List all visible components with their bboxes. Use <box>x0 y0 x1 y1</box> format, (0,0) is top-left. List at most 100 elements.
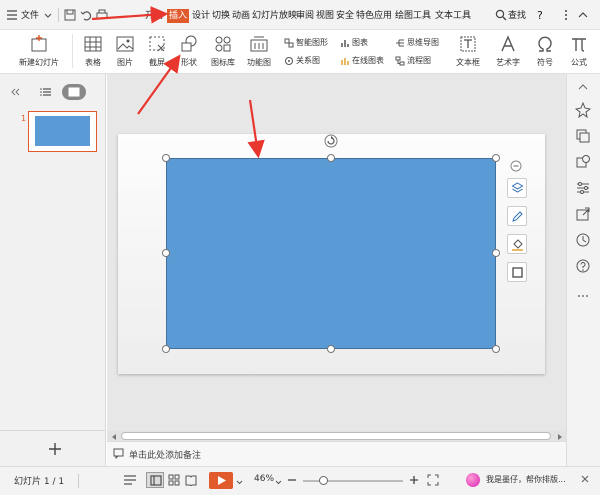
search-button[interactable]: 查找 <box>508 9 526 23</box>
tab-insert[interactable]: 插入 <box>167 9 190 23</box>
rectangle-shape[interactable] <box>166 158 496 349</box>
relation-chart-icon <box>285 56 293 65</box>
shapes-label: 形状 <box>181 58 197 67</box>
tab-special[interactable]: 特色应用 <box>356 9 392 23</box>
tab-review[interactable]: 审阅 <box>296 9 314 23</box>
layers-button[interactable] <box>507 178 527 198</box>
zoom-slider[interactable] <box>303 476 403 485</box>
resize-handle-top[interactable] <box>327 154 335 162</box>
resize-handle-bottom[interactable] <box>327 345 335 353</box>
image-button[interactable]: 图片 <box>112 34 138 68</box>
resize-handle-top-right[interactable] <box>492 154 500 162</box>
undo-icon[interactable] <box>80 9 92 24</box>
new-slide-button[interactable]: 新建幻灯片 <box>14 34 64 68</box>
relation-chart-button[interactable]: 关系图 <box>284 54 320 68</box>
screenshot-button[interactable]: 截屏 <box>144 34 170 68</box>
chart-button[interactable]: 图表 <box>340 36 368 50</box>
slide-thumbnail-panel: 1 <box>0 74 106 466</box>
add-slide-icon[interactable] <box>48 442 62 459</box>
slideshow-options-icon[interactable] <box>236 478 243 488</box>
assistant-avatar[interactable] <box>466 473 480 487</box>
zoom-options-icon[interactable] <box>275 478 282 488</box>
tab-design[interactable]: 设计 <box>192 9 210 23</box>
textbox-button[interactable]: 文本框 <box>452 34 484 68</box>
collapse-panel-icon[interactable] <box>10 88 20 99</box>
reading-view-icon[interactable] <box>185 474 197 489</box>
resize-handle-right[interactable] <box>492 249 500 257</box>
zoom-in-icon[interactable] <box>409 475 419 488</box>
tab-view[interactable]: 视图 <box>316 9 334 23</box>
file-menu[interactable]: 文件 <box>21 9 39 23</box>
wordart-icon <box>501 35 515 52</box>
save-icon[interactable] <box>64 9 76 24</box>
notes-pane[interactable]: 单击此处添加备注 <box>107 441 566 466</box>
resize-handle-bottom-left[interactable] <box>162 345 170 353</box>
smart-art-button[interactable]: 智能图形 <box>284 36 328 50</box>
formula-label: 公式 <box>571 58 587 67</box>
mind-map-button[interactable]: 思维导图 <box>395 36 439 50</box>
zoom-out-icon[interactable] <box>287 475 297 488</box>
formula-button[interactable]: 公式 <box>566 34 592 68</box>
slide-thumbnail[interactable] <box>28 111 97 152</box>
border-button[interactable] <box>507 262 527 282</box>
more-icon[interactable] <box>560 9 572 24</box>
resize-handle-top-left[interactable] <box>162 154 170 162</box>
tab-security[interactable]: 安全 <box>336 9 354 23</box>
help-button[interactable]: ? <box>537 9 543 23</box>
new-slide-label: 新建幻灯片 <box>19 58 59 67</box>
search-icon[interactable] <box>495 9 507 24</box>
help-circle-icon[interactable] <box>575 258 591 277</box>
hamburger-icon[interactable] <box>6 9 18 24</box>
close-assistant-icon[interactable] <box>580 474 590 487</box>
share-icon[interactable] <box>575 206 591 225</box>
tab-slideshow[interactable]: 幻灯片放映 <box>252 9 297 23</box>
collapse-float-bar-icon[interactable] <box>510 160 522 175</box>
online-chart-button[interactable]: 在线图表 <box>340 54 384 68</box>
more-options-icon[interactable] <box>575 292 591 302</box>
print-icon[interactable] <box>96 9 108 24</box>
flowchart-button[interactable]: 流程图 <box>395 54 431 68</box>
rotate-handle-icon[interactable] <box>324 134 338 151</box>
table-button[interactable]: 表格 <box>80 34 106 68</box>
history-icon[interactable] <box>575 232 591 251</box>
tab-drawing-tools[interactable]: 绘图工具 <box>395 9 431 23</box>
shapes-icon <box>181 35 197 52</box>
magic-wand-icon[interactable] <box>574 101 592 121</box>
resize-handle-bottom-right[interactable] <box>492 345 500 353</box>
tab-home[interactable]: 开始 <box>145 9 163 23</box>
normal-view-button[interactable] <box>146 472 164 488</box>
scroll-up-icon[interactable] <box>575 82 591 95</box>
copy-icon[interactable] <box>575 128 591 147</box>
tab-transition[interactable]: 切换 <box>212 9 230 23</box>
zoom-slider-thumb[interactable] <box>319 476 328 485</box>
shape-style-icon[interactable] <box>575 154 591 173</box>
shapes-button[interactable]: 形状 <box>176 34 202 68</box>
tab-animation[interactable]: 动画 <box>232 9 250 23</box>
mind-map-label: 思维导图 <box>407 38 439 47</box>
icon-library-button[interactable]: 图标库 <box>208 34 238 68</box>
online-chart-icon <box>341 57 349 65</box>
settings-sliders-icon[interactable] <box>575 180 591 199</box>
resize-handle-left[interactable] <box>162 249 170 257</box>
fill-button[interactable] <box>507 234 527 254</box>
play-slideshow-button[interactable] <box>209 472 233 489</box>
symbol-button[interactable]: 符号 <box>532 34 558 68</box>
screenshot-icon <box>149 36 165 52</box>
collapse-ribbon-icon[interactable] <box>578 11 588 22</box>
outline-style-button[interactable] <box>507 206 527 226</box>
fit-window-icon[interactable] <box>427 474 439 489</box>
function-chart-button[interactable]: 功能图 <box>243 34 275 68</box>
menu-bar: 文件 开始 插入 设计 切换 动画 幻灯片放映 审阅 视图 安全 特色应用 绘图… <box>0 0 600 30</box>
flowchart-label: 流程图 <box>407 56 431 65</box>
tab-text-tools[interactable]: 文本工具 <box>435 9 471 23</box>
zoom-level[interactable]: 46% <box>254 474 274 484</box>
chevron-down-icon[interactable] <box>44 12 52 22</box>
horizontal-scrollbar[interactable] <box>107 431 566 441</box>
thumbnail-view-toggle[interactable] <box>62 84 86 100</box>
scrollbar-thumb[interactable] <box>121 432 551 440</box>
assistant-message[interactable]: 我是墨仔，帮你排版... <box>486 474 566 485</box>
slide-sorter-icon[interactable] <box>168 474 180 489</box>
notes-toggle-icon[interactable] <box>123 474 137 489</box>
wordart-button[interactable]: 艺术字 <box>492 34 524 68</box>
outline-view-icon[interactable] <box>40 86 52 101</box>
